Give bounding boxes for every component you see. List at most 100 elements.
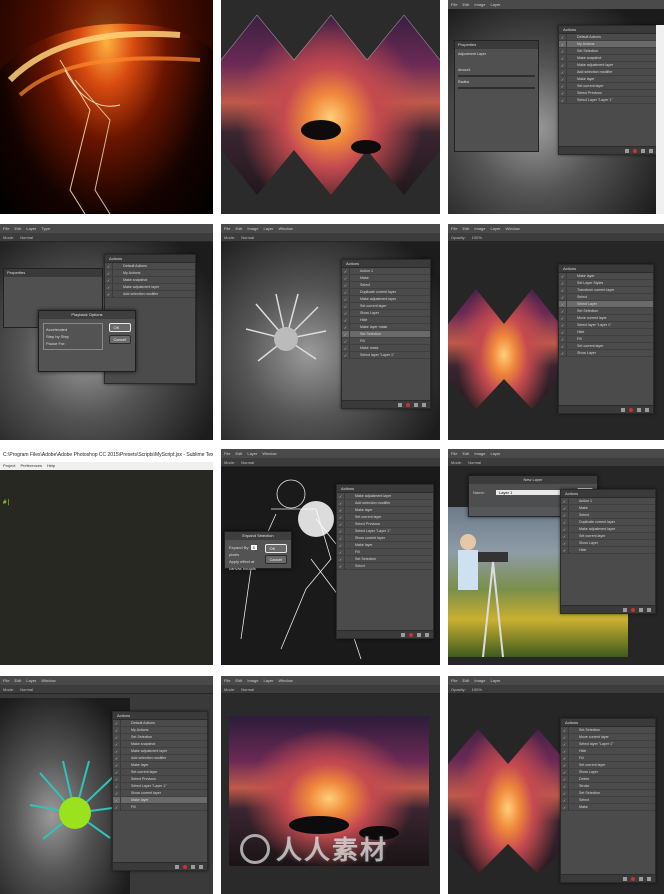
action-row[interactable]: ✓ Make adjustment layer [561,526,655,533]
action-row[interactable]: ✓ Set current layer [559,343,653,350]
action-row[interactable]: ✓ Show Layer [559,350,653,357]
action-row[interactable]: ✓ Show Layer [561,769,655,776]
action-row[interactable]: ✓ Default Actions [113,720,207,727]
stop-icon[interactable] [621,407,625,412]
action-row[interactable]: ✓ Select Previous [337,521,433,528]
action-row[interactable]: ✓ Set current layer [113,769,207,776]
play-icon[interactable] [637,407,641,412]
action-row[interactable]: ✓ Set current layer [559,83,657,90]
action-row[interactable]: ✓ Show Layer [561,540,655,547]
record-icon[interactable] [629,407,633,412]
action-row[interactable]: ✓ Set Selection [113,734,207,741]
action-row[interactable]: ✓ Fill [561,755,655,762]
play-icon[interactable] [417,632,421,637]
action-row[interactable]: ✓ Fill [113,804,207,811]
radius-slider[interactable] [458,87,535,89]
menu-bar[interactable]: File Edit Image Layer [448,0,664,9]
actions-panel[interactable]: Actions ✓ Make layer ✓ Set Layer Styles ✓ T… [558,264,654,414]
actions-panel[interactable]: Actions ✓ Set Selection ✓ Move current lay… [560,718,656,883]
action-row[interactable]: ✓ Select [561,512,655,519]
action-row[interactable]: ✓ Set current layer [561,762,655,769]
action-row[interactable]: ✓ Add selection modifier [113,755,207,762]
trash-icon[interactable] [645,407,649,412]
record-icon[interactable] [631,876,635,881]
action-row[interactable]: ✓ Make [561,804,655,811]
action-row[interactable]: ✓ My Actions [113,727,207,734]
action-row[interactable]: ✓ Select Previous [113,776,207,783]
ok-button[interactable]: OK [108,323,131,332]
stop-icon[interactable] [401,632,405,637]
play-icon[interactable] [641,148,645,153]
option-pause-for[interactable]: Pause For: [46,340,100,347]
action-row[interactable]: ✓ Set Selection [561,790,655,797]
action-row[interactable]: ✓ Set current layer [342,303,430,310]
action-row[interactable]: ✓ Make layer [337,542,433,549]
actions-panel[interactable]: Actions ✓ Default Actions ✓ My Actions ✓ Se… [558,25,658,155]
options-bar[interactable]: Opacity: 100% [448,233,664,242]
actions-panel[interactable]: Actions ✓ Action 1 ✓ Make ✓ Select ✓ Duplica… [341,259,431,409]
action-row[interactable]: ✓ Hide [342,317,430,324]
actions-panel[interactable]: Actions ✓ Default Actions ✓ My Actions ✓ Se… [112,711,208,871]
options-bar[interactable]: Opacity: 100% [448,685,664,694]
action-row[interactable]: ✓ Select [559,294,653,301]
trash-icon[interactable] [649,148,653,153]
action-row[interactable]: ✓ Action 1 [561,498,655,505]
expand-selection-dialog[interactable]: Expand Selection Expand By: 5 pixels App… [224,531,292,571]
expand-value-input[interactable]: 5 [250,545,257,550]
action-row[interactable]: ✓ Action 1 [342,268,430,275]
action-row[interactable]: ✓ Duplicate current layer [561,519,655,526]
action-row[interactable]: ✓ My Actions [559,41,657,48]
menu-bar[interactable]: File Edit Image Layer [448,449,664,458]
action-row[interactable]: ✓ Select layer "Layer 1" [561,741,655,748]
menu-bar[interactable]: Project Preferences Help [0,462,213,470]
menu-bar[interactable]: File Edit Image Layer Window [448,224,664,233]
menu-bar[interactable]: File Edit Image Layer Window [221,676,440,685]
action-row[interactable]: ✓ My Actions [105,270,195,277]
cancel-button[interactable]: Cancel [108,335,131,344]
side-menu[interactable] [656,25,664,214]
stop-icon[interactable] [625,148,629,153]
amount-slider[interactable] [458,75,535,77]
actions-panel[interactable]: Actions ✓ Make adjustment layer ✓ Add sele… [336,484,434,639]
menu-bar[interactable]: File Edit Layer Window [0,676,213,685]
action-row[interactable]: ✓ Select [561,797,655,804]
action-row[interactable]: ✓ Make snapshot [113,741,207,748]
trash-icon[interactable] [199,864,203,869]
action-row[interactable]: ✓ Fill [337,549,433,556]
menu-preferences[interactable]: Preferences [20,462,42,470]
record-icon[interactable] [633,148,637,153]
action-row[interactable]: ✓ Fill [559,336,653,343]
menu-help[interactable]: Help [47,462,55,470]
stop-icon[interactable] [398,402,402,407]
action-row[interactable]: ✓ Show current layer [337,535,433,542]
record-icon[interactable] [631,607,635,612]
action-row[interactable]: ✓ Hide [559,329,653,336]
action-row[interactable]: ✓ Set current layer [561,533,655,540]
action-row[interactable]: ✓ Select layer "Layer 1" [342,352,430,359]
play-icon[interactable] [639,876,643,881]
action-row[interactable]: ✓ Hide [561,547,655,554]
action-row[interactable]: ✓ Transform current layer [559,287,653,294]
action-row[interactable]: ✓ Make layer [113,797,207,804]
action-row[interactable]: ✓ Make [561,505,655,512]
record-icon[interactable] [409,632,413,637]
action-row[interactable]: ✓ Make [342,275,430,282]
action-row[interactable]: ✓ Select Layer "Layer 1" [113,783,207,790]
options-bar[interactable]: Mode: Normal [0,685,213,694]
menu-bar[interactable]: File Edit Image Layer [448,676,664,685]
action-row[interactable]: ✓ Show Layer [342,310,430,317]
ok-button[interactable]: OK [264,544,287,553]
action-row[interactable]: ✓ Delete [561,776,655,783]
action-row[interactable]: ✓ Add selection modifier [337,500,433,507]
stop-icon[interactable] [623,876,627,881]
stop-icon[interactable] [623,607,627,612]
action-row[interactable]: ✓ Fill [342,338,430,345]
action-row[interactable]: ✓ Set Selection [342,331,430,338]
action-row[interactable]: ✓ Make adjustment layer [105,284,195,291]
action-row[interactable]: ✓ Make layer [559,273,653,280]
menu-bar[interactable]: File Edit Layer Type [0,224,213,233]
action-row[interactable]: ✓ Make layer [337,507,433,514]
action-row[interactable]: ✓ Make snapshot [559,55,657,62]
action-row[interactable]: ✓ Select Layer "Layer 1" [559,97,657,104]
options-bar[interactable]: Mode: Normal [221,685,440,694]
